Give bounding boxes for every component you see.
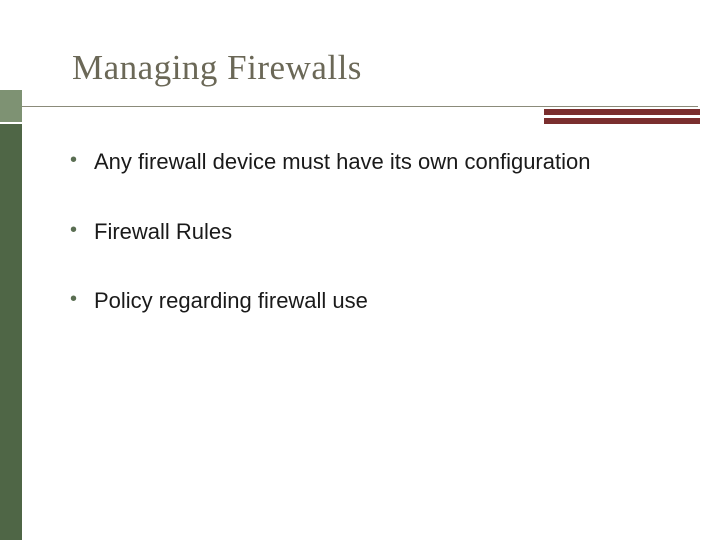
divider-line xyxy=(22,106,698,107)
bullet-text: Policy regarding firewall use xyxy=(94,288,368,313)
bullet-item: Policy regarding firewall use xyxy=(70,287,710,315)
accent-bars xyxy=(544,109,700,127)
accent-bar xyxy=(544,118,700,124)
accent-bar xyxy=(544,109,700,115)
bullet-item: Any firewall device must have its own co… xyxy=(70,148,710,176)
bullet-list: Any firewall device must have its own co… xyxy=(70,148,710,357)
sidebar-block-light xyxy=(0,90,22,122)
bullet-item: Firewall Rules xyxy=(70,218,710,246)
bullet-text: Any firewall device must have its own co… xyxy=(94,149,590,174)
sidebar-block-dark xyxy=(0,124,22,540)
slide-title: Managing Firewalls xyxy=(72,48,362,88)
slide: Managing Firewalls Any firewall device m… xyxy=(0,0,720,540)
bullet-text: Firewall Rules xyxy=(94,219,232,244)
